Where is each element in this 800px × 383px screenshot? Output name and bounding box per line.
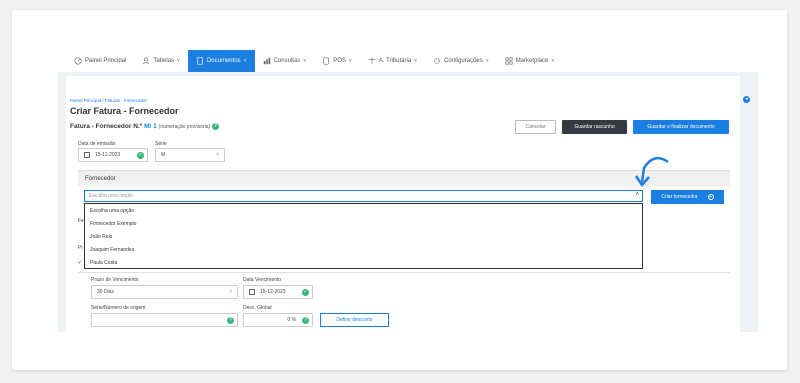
due-term-label: Prazo de Vencimento: [91, 277, 139, 283]
global-discount-value: 0 %: [287, 317, 296, 323]
screenshot-card: Painel Principal Tabelas ˅ Documentos ˅ …: [12, 10, 787, 370]
dropdown-option[interactable]: Joaquim Fernandes: [85, 243, 642, 256]
gear-icon: [434, 58, 440, 64]
chevron-down-icon: ˅: [229, 289, 232, 295]
document-icon: [197, 57, 203, 65]
due-date-value: 15-12-2023: [260, 289, 286, 295]
save-draft-button[interactable]: Guardar rascunho: [562, 120, 627, 134]
nav-item-pos[interactable]: POS ˅: [314, 50, 360, 72]
global-discount-input[interactable]: 0 % ?: [243, 313, 313, 327]
plus-circle-icon: +: [707, 194, 714, 200]
create-supplier-button[interactable]: Criar fornecedor +: [651, 190, 724, 204]
due-term-value: 30 Dias: [97, 289, 114, 295]
balance-icon: [368, 57, 375, 65]
supplier-placeholder: Escolha uma opção: [89, 193, 133, 199]
nav-label: Tabelas: [153, 58, 175, 64]
nav-item-configuracoes[interactable]: Configurações ˅: [425, 50, 497, 72]
partial-label-pr: Pr: [78, 245, 83, 251]
series-select[interactable]: M ˅: [155, 148, 225, 162]
series-label: Série: [155, 141, 167, 147]
chevron-down-icon: ˅: [303, 58, 307, 64]
dropdown-option[interactable]: Paula Costa: [85, 256, 642, 269]
calendar-icon: [249, 289, 255, 295]
grid-icon: [505, 57, 513, 65]
set-discount-button[interactable]: Definir desconto: [320, 313, 389, 327]
page-title: Criar Fatura - Fornecedor: [70, 106, 179, 116]
origin-input[interactable]: ?: [91, 313, 238, 327]
due-date-field[interactable]: 15-12-2023 ✓: [243, 285, 313, 299]
help-icon[interactable]: ?: [227, 317, 234, 324]
top-nav: Painel Principal Tabelas ˅ Documentos ˅ …: [58, 50, 758, 72]
issue-date-value: 15-11-2023: [95, 152, 121, 158]
people-icon: [142, 57, 150, 65]
series-value: M: [161, 152, 166, 158]
chevron-down-icon: ˅: [177, 58, 180, 64]
nav-label: Documentos: [206, 58, 241, 64]
chevron-down-icon: ˅: [216, 152, 219, 158]
nav-label: Painel Principal: [85, 58, 127, 64]
app-window: Painel Principal Tabelas ˅ Documentos ˅ …: [58, 50, 758, 332]
breadcrumb[interactable]: Painel Principal / Faturas - Fornecedor: [70, 98, 147, 103]
due-term-select[interactable]: 30 Dias ˅: [91, 285, 238, 299]
nav-label: POS: [333, 58, 346, 64]
nav-label: Marketplace: [515, 58, 549, 64]
global-discount-label: Desc. Global: [243, 305, 272, 311]
nav-item-documentos[interactable]: Documentos ˅: [187, 50, 255, 72]
help-icon[interactable]: ?: [212, 123, 220, 130]
divider: [78, 272, 730, 273]
nav-label: Consultas: [273, 58, 301, 64]
gauge-icon: [74, 57, 82, 65]
supplier-select[interactable]: Escolha uma opção ˄: [84, 190, 643, 202]
chevron-down-icon: ˅: [551, 58, 555, 64]
create-supplier-label: Criar fornecedor: [661, 194, 698, 200]
doc-number[interactable]: M/ 1: [144, 123, 157, 130]
partial-label-fe: Fe: [78, 218, 84, 224]
chevron-down-icon: ˅: [485, 58, 489, 64]
nav-item-consultas[interactable]: Consultas ˅: [255, 50, 315, 72]
chart-icon: [263, 57, 270, 65]
chevron-down-icon: ˅: [348, 58, 352, 64]
document-number: Fatura - Fornecedor N.º M/ 1 (numeração …: [70, 123, 220, 130]
pointer-arrow-icon: [634, 156, 669, 188]
collapse-chevron-icon[interactable]: ˅: [78, 260, 81, 266]
supplier-dropdown: Escolha uma opção Fornecedor Exemplo Joã…: [84, 203, 643, 269]
chevron-down-icon: ˅: [414, 58, 418, 64]
nav-item-painel[interactable]: Painel Principal: [66, 50, 134, 72]
check-icon: ✓: [302, 289, 309, 296]
nav-item-marketplace[interactable]: Marketplace ˅: [497, 50, 563, 72]
chevron-down-icon: ˅: [243, 58, 247, 64]
due-date-label: Data Vencimento: [243, 277, 282, 283]
nav-label: A. Tributária: [378, 58, 412, 64]
calendar-icon: [84, 152, 90, 158]
check-icon: ✓: [137, 152, 144, 159]
chevron-up-icon: ˄: [635, 192, 639, 198]
cancel-button[interactable]: Cancelar: [515, 120, 556, 134]
info-icon[interactable]: ◂: [743, 96, 750, 103]
save-finalize-button[interactable]: Guardar e finalizar documento: [633, 120, 729, 134]
nav-label: Configurações: [444, 58, 483, 64]
issue-date-field[interactable]: 15-11-2023 ✓: [78, 148, 148, 162]
dropdown-option[interactable]: João Reis: [85, 230, 642, 243]
issue-date-label: Data de emissão: [78, 141, 116, 147]
nav-item-tabelas[interactable]: Tabelas ˅: [134, 50, 188, 72]
nav-item-tributaria[interactable]: A. Tributária ˅: [360, 50, 425, 72]
origin-label: Série/Número de origem: [91, 305, 146, 311]
pos-icon: [323, 57, 329, 65]
dropdown-option[interactable]: Fornecedor Exemplo: [85, 217, 642, 230]
dropdown-option[interactable]: Escolha uma opção: [85, 204, 642, 217]
doc-note: (numeração provisória): [158, 123, 211, 130]
doc-prefix: Fatura - Fornecedor N.º: [70, 123, 143, 130]
help-icon[interactable]: ?: [302, 317, 309, 324]
